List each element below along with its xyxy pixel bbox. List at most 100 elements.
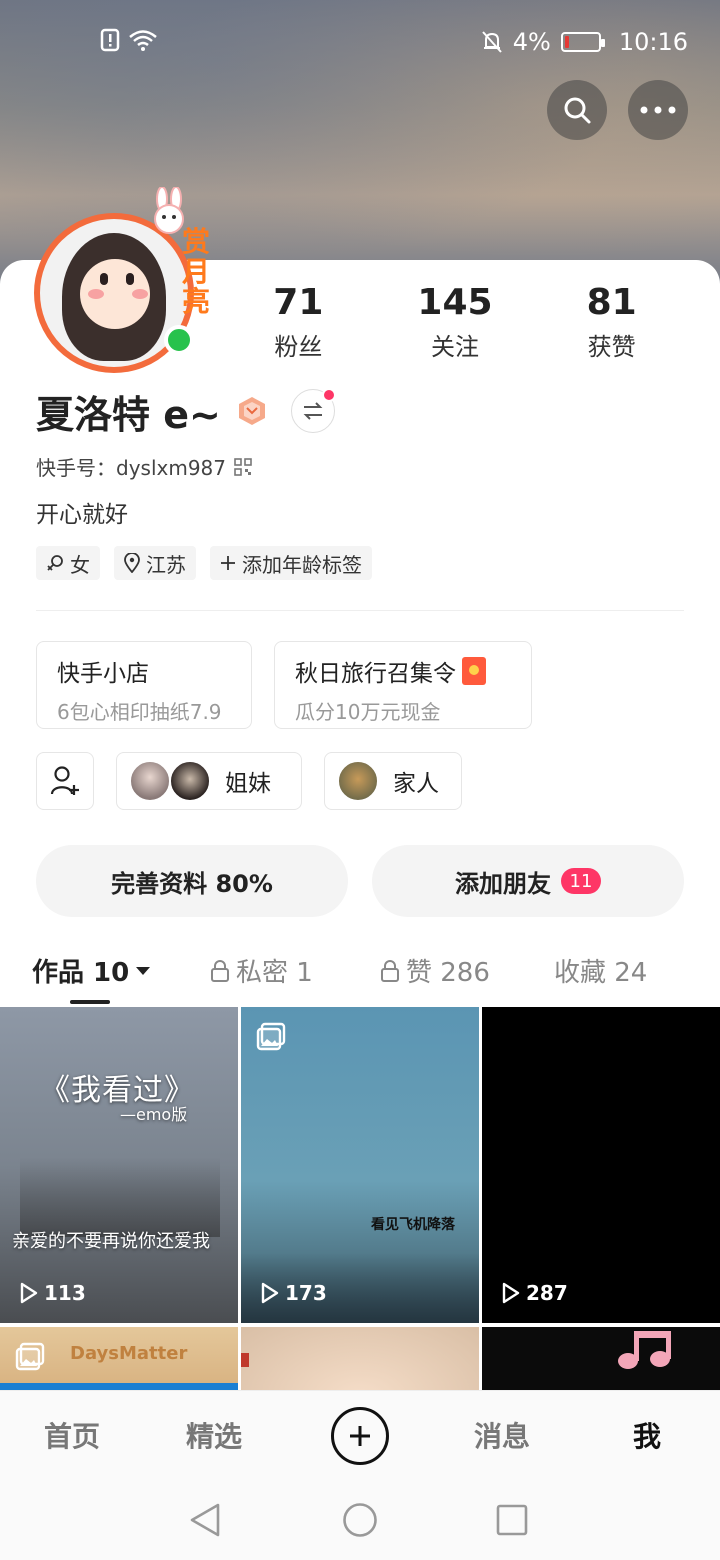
- gender-icon: [47, 555, 63, 571]
- system-navigation: [0, 1480, 720, 1560]
- create-button[interactable]: [331, 1407, 389, 1465]
- profile-name: 夏洛特 e~: [36, 392, 221, 437]
- status-left: [100, 28, 158, 52]
- work-caption: 看见飞机降落: [371, 1217, 455, 1233]
- lock-icon: [211, 959, 229, 982]
- feature-cards: 快手小店 6包心相印抽纸7.9 秋日旅行召集令 瓜分10万元现金: [36, 641, 532, 729]
- work-item[interactable]: [241, 1327, 479, 1390]
- multi-image-icon: [15, 1342, 45, 1371]
- stat-value: 71: [273, 282, 324, 323]
- tab-works[interactable]: 作品 10: [32, 952, 151, 989]
- tag-label: 添加年龄标签: [242, 552, 362, 577]
- work-item[interactable]: [482, 1327, 720, 1390]
- content-tabs: 作品 10 私密 1 赞 286 收藏 24: [0, 944, 720, 1006]
- stat-following[interactable]: 145 关注: [377, 283, 534, 363]
- divider: [36, 610, 684, 611]
- add-friend-icon: [50, 766, 79, 795]
- work-subtitle: —emo版: [120, 1105, 188, 1124]
- complete-profile-button[interactable]: 完善资料 80%: [36, 845, 348, 917]
- nav-home[interactable]: 首页: [44, 1415, 100, 1455]
- red-packet-icon: [462, 657, 486, 685]
- home-circle-icon[interactable]: [342, 1502, 378, 1538]
- stat-value: 145: [417, 282, 493, 323]
- lock-icon: [381, 959, 399, 982]
- play-icon: [502, 1282, 520, 1304]
- clock: 10:16: [618, 28, 688, 56]
- profile-tags: 女 江苏 添加年龄标签: [36, 546, 372, 580]
- silent-mode-icon: [100, 28, 120, 52]
- status-right: 4% 10:16: [481, 28, 688, 56]
- kwai-id: 快手号：dyslxm987: [36, 456, 226, 480]
- search-icon: [564, 97, 591, 124]
- level-badge-icon[interactable]: [237, 396, 267, 426]
- nav-messages[interactable]: 消息: [474, 1415, 530, 1455]
- add-friends-button[interactable]: 添加朋友 11: [372, 845, 684, 917]
- view-count: 173: [261, 1281, 327, 1305]
- profile-stats: 71 粉丝 145 关注 81 获赞: [220, 283, 690, 363]
- group-sisters[interactable]: 姐妹: [116, 752, 302, 810]
- action-row: 完善资料 80% 添加朋友 11: [36, 845, 684, 917]
- card-title: 快手小店: [57, 661, 149, 687]
- friend-groups: 姐妹 家人: [36, 752, 462, 810]
- more-icon: [640, 106, 676, 114]
- location-icon: [124, 553, 140, 573]
- stat-label: 关注: [431, 333, 479, 361]
- recents-icon[interactable]: [496, 1504, 528, 1536]
- view-count: 113: [20, 1281, 86, 1305]
- tag-gender[interactable]: 女: [36, 546, 100, 580]
- switch-account-button[interactable]: [290, 388, 336, 433]
- online-status-dot: [164, 325, 194, 355]
- plus-icon: [221, 556, 235, 570]
- stat-value: 81: [586, 282, 637, 323]
- search-button[interactable]: [547, 80, 607, 140]
- back-icon[interactable]: [188, 1502, 222, 1538]
- tab-likes[interactable]: 赞 286: [380, 952, 490, 989]
- card-autumn-travel[interactable]: 秋日旅行召集令 瓜分10万元现金: [274, 641, 532, 729]
- notification-dot: [321, 388, 336, 402]
- qr-code-icon[interactable]: [234, 457, 252, 476]
- tag-add-age[interactable]: 添加年龄标签: [210, 546, 372, 580]
- active-tab-indicator: [70, 1000, 110, 1004]
- add-friend-group-button[interactable]: [36, 752, 94, 810]
- bottom-nav: 首页 精选 消息 我: [0, 1390, 720, 1480]
- play-icon: [20, 1282, 38, 1304]
- stat-followers[interactable]: 71 粉丝: [220, 283, 377, 363]
- tag-label: 江苏: [146, 552, 186, 577]
- tag-label: 女: [70, 552, 90, 577]
- work-caption: 亲爱的不要再说你还爱我: [12, 1231, 210, 1252]
- work-item[interactable]: DaysMatter: [0, 1327, 238, 1390]
- more-button[interactable]: [628, 80, 688, 140]
- name-row: 夏洛特 e~: [36, 386, 336, 437]
- nav-featured[interactable]: 精选: [186, 1415, 242, 1455]
- avatar: [129, 760, 171, 802]
- avatar-area[interactable]: 赏月亮: [34, 187, 216, 373]
- work-item[interactable]: 《我看过》 —emo版 亲爱的不要再说你还爱我 113: [0, 1007, 238, 1323]
- tag-location[interactable]: 江苏: [114, 546, 196, 580]
- multi-image-icon: [256, 1022, 286, 1051]
- button-label: 添加朋友: [455, 869, 551, 898]
- work-item[interactable]: 287: [482, 1007, 720, 1323]
- avatar: [337, 760, 379, 802]
- group-family[interactable]: 家人: [324, 752, 462, 810]
- wifi-icon: [129, 30, 157, 51]
- tab-private[interactable]: 私密 1: [210, 952, 313, 989]
- tab-favorites[interactable]: 收藏 24: [554, 952, 647, 989]
- card-kwai-shop[interactable]: 快手小店 6包心相印抽纸7.9: [36, 641, 252, 729]
- card-title: 秋日旅行召集令: [295, 654, 511, 688]
- stat-label: 粉丝: [274, 333, 323, 361]
- group-label: 姐妹: [225, 771, 271, 797]
- stat-likes[interactable]: 81 获赞: [533, 283, 690, 363]
- music-note-icon: [618, 1331, 671, 1369]
- view-count: 287: [502, 1281, 568, 1305]
- card-subtitle: 瓜分10万元现金: [295, 700, 441, 724]
- nav-me[interactable]: 我: [633, 1415, 661, 1455]
- work-caption: DaysMatter: [70, 1343, 188, 1364]
- count-badge: 11: [561, 868, 601, 894]
- stat-label: 获赞: [587, 333, 636, 361]
- play-icon: [261, 1282, 279, 1304]
- button-label: 完善资料 80%: [111, 869, 273, 898]
- status-bar: 4% 10:16: [0, 18, 720, 66]
- chevron-down-icon: [136, 966, 151, 975]
- work-item[interactable]: 看见飞机降落 173: [241, 1007, 479, 1323]
- kwai-id-row[interactable]: 快手号：dyslxm987: [36, 452, 252, 481]
